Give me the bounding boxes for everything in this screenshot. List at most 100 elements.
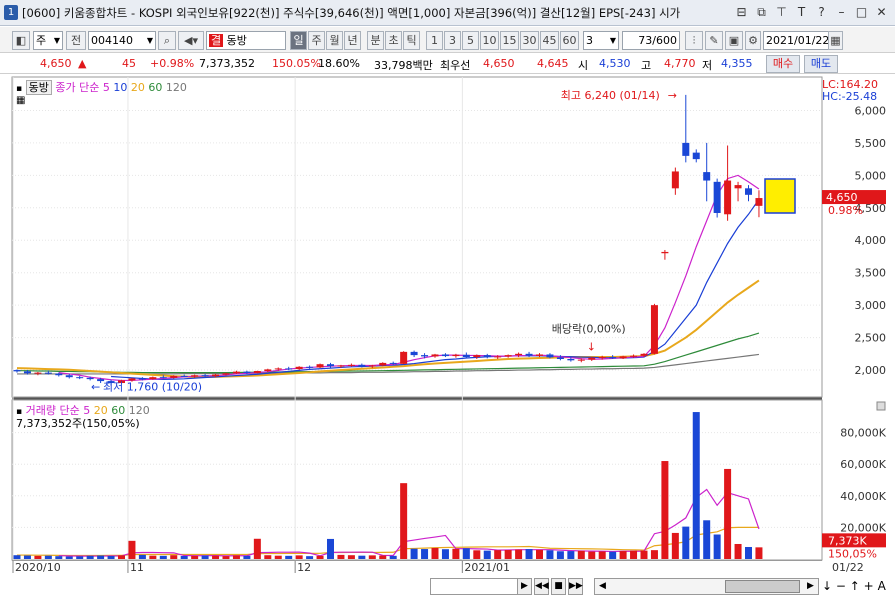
calendar-icon[interactable]: ▦: [828, 31, 843, 50]
candle-body: [421, 355, 429, 357]
zoom-in-icon[interactable]: +: [864, 579, 874, 593]
period-second[interactable]: 초: [385, 31, 402, 50]
chart-area[interactable]: 6,000 5,500 5,000 4,500 4,000 3,500 3,000 2,500…: [0, 76, 895, 603]
maximize-icon[interactable]: □: [854, 4, 869, 20]
x-tick-label: 2021/01: [464, 561, 510, 574]
volume-bar: [421, 549, 429, 559]
custom-interval-select[interactable]: 3 ▼: [583, 31, 619, 50]
interval-45[interactable]: 45: [540, 31, 559, 50]
custom-interval-value: 3: [586, 34, 593, 47]
open-label: 시: [578, 59, 589, 72]
x-axis-last-date: 01/22: [832, 561, 864, 574]
candle-body: [462, 354, 470, 358]
volume-bar: [274, 555, 282, 559]
candle-body: [337, 365, 345, 367]
period-month[interactable]: 월: [326, 31, 343, 50]
interval-1[interactable]: 1: [426, 31, 443, 50]
zoom-out-icon[interactable]: −: [836, 579, 846, 593]
draw-tool-icon[interactable]: ✎: [705, 31, 723, 50]
stock-code-input[interactable]: 004140 ▼: [88, 31, 156, 50]
candle-body: [598, 357, 606, 359]
stock-name-field[interactable]: 결 동방: [206, 31, 286, 50]
tool-icon[interactable]: T: [794, 4, 809, 20]
low-arrow-icon: ←: [91, 381, 100, 394]
volume-bar: [34, 555, 42, 559]
scale-up-icon[interactable]: ↑: [850, 579, 860, 593]
interval-3[interactable]: 3: [444, 31, 461, 50]
sell-button[interactable]: 매도: [804, 55, 838, 73]
interval-15[interactable]: 15: [500, 31, 519, 50]
volume-bar: [222, 556, 230, 559]
gear-icon[interactable]: ⚙: [745, 31, 761, 50]
candle-body: [222, 373, 230, 375]
volume-bar: [598, 551, 606, 559]
candle-body: [630, 355, 638, 357]
price-tick-label: 3,500: [855, 267, 887, 280]
grid-icon[interactable]: ▦: [16, 95, 25, 106]
period-year[interactable]: 년: [344, 31, 361, 50]
volume-bar: [264, 555, 272, 559]
period-week[interactable]: 주: [308, 31, 325, 50]
price-volume-chart[interactable]: 6,0005,5005,0004,5004,0003,5003,0002,500…: [0, 76, 895, 603]
volume-bar: [400, 483, 408, 559]
current-volume-pct-text: 150,05%: [828, 547, 877, 560]
volume-bar: [734, 543, 742, 559]
interval-60[interactable]: 60: [560, 31, 579, 50]
candle-body: [285, 368, 293, 370]
speaker-icon[interactable]: ◀▾: [178, 31, 204, 50]
volume-bar: [327, 538, 334, 559]
layout-icon[interactable]: ◧: [12, 31, 30, 50]
scroll-end-icon[interactable]: ▶: [803, 579, 818, 594]
volume-bar: [118, 555, 125, 559]
candle-body: [389, 362, 397, 364]
help-icon[interactable]: ?: [814, 4, 829, 20]
play-forward-icon[interactable]: ▶▶: [568, 578, 583, 595]
scroll-thumb[interactable]: [725, 580, 800, 593]
scroll-right-icon[interactable]: ▶: [517, 578, 532, 595]
range-scrollbar[interactable]: ◀ ▶: [594, 578, 819, 595]
data-count-field[interactable]: 73/600: [622, 31, 680, 50]
x-tick-label: 2020/10: [15, 561, 61, 574]
market-select[interactable]: 주 ▼: [33, 31, 63, 50]
minimize-icon[interactable]: –: [834, 4, 849, 20]
period-day[interactable]: 일: [290, 31, 307, 50]
candle-body: [724, 180, 732, 215]
candle-body: [159, 377, 167, 379]
close-icon[interactable]: ✕: [874, 4, 889, 20]
interval-5[interactable]: 5: [462, 31, 479, 50]
restore-window-icon[interactable]: ⧉: [754, 4, 769, 20]
volume-bar: [661, 461, 669, 559]
chart-tool-icon[interactable]: ⫶: [685, 31, 703, 50]
pin-icon[interactable]: ⊤: [774, 4, 789, 20]
price-tick-label: 4,000: [855, 234, 887, 247]
font-icon[interactable]: A: [878, 579, 886, 593]
volume-bar: [745, 546, 752, 559]
search-icon[interactable]: ⌕: [158, 31, 176, 50]
x-tick-label: 11: [130, 561, 144, 574]
hc-value: HC:-25.48: [822, 90, 878, 103]
link-icon[interactable]: ⊟: [734, 4, 749, 20]
candle-body: [232, 371, 240, 374]
volume-bar: [483, 550, 491, 559]
stock-name: 동방: [226, 34, 247, 47]
volume-bar: [609, 551, 617, 559]
scroll-left-icon[interactable]: ◀: [595, 579, 610, 594]
prev-button[interactable]: 전: [66, 31, 86, 50]
save-icon[interactable]: ▣: [725, 31, 743, 50]
panel-close-icon[interactable]: [876, 401, 886, 411]
price-tick-label: 5,500: [855, 137, 887, 150]
zoom-down-icon[interactable]: ↓: [822, 579, 832, 593]
buy-button[interactable]: 매수: [766, 55, 800, 73]
volume-bar: [441, 549, 449, 559]
volume-bar: [212, 555, 220, 559]
candle-body: [483, 355, 491, 358]
play-back-icon[interactable]: ◀◀: [534, 578, 549, 595]
interval-30[interactable]: 30: [520, 31, 539, 50]
scroll-track[interactable]: [430, 578, 528, 595]
stop-icon[interactable]: ■: [551, 578, 566, 595]
period-tick[interactable]: 틱: [403, 31, 420, 50]
period-minute[interactable]: 분: [367, 31, 384, 50]
volume-bar: [724, 468, 732, 559]
volume-bar: [76, 556, 84, 559]
interval-10[interactable]: 10: [480, 31, 499, 50]
